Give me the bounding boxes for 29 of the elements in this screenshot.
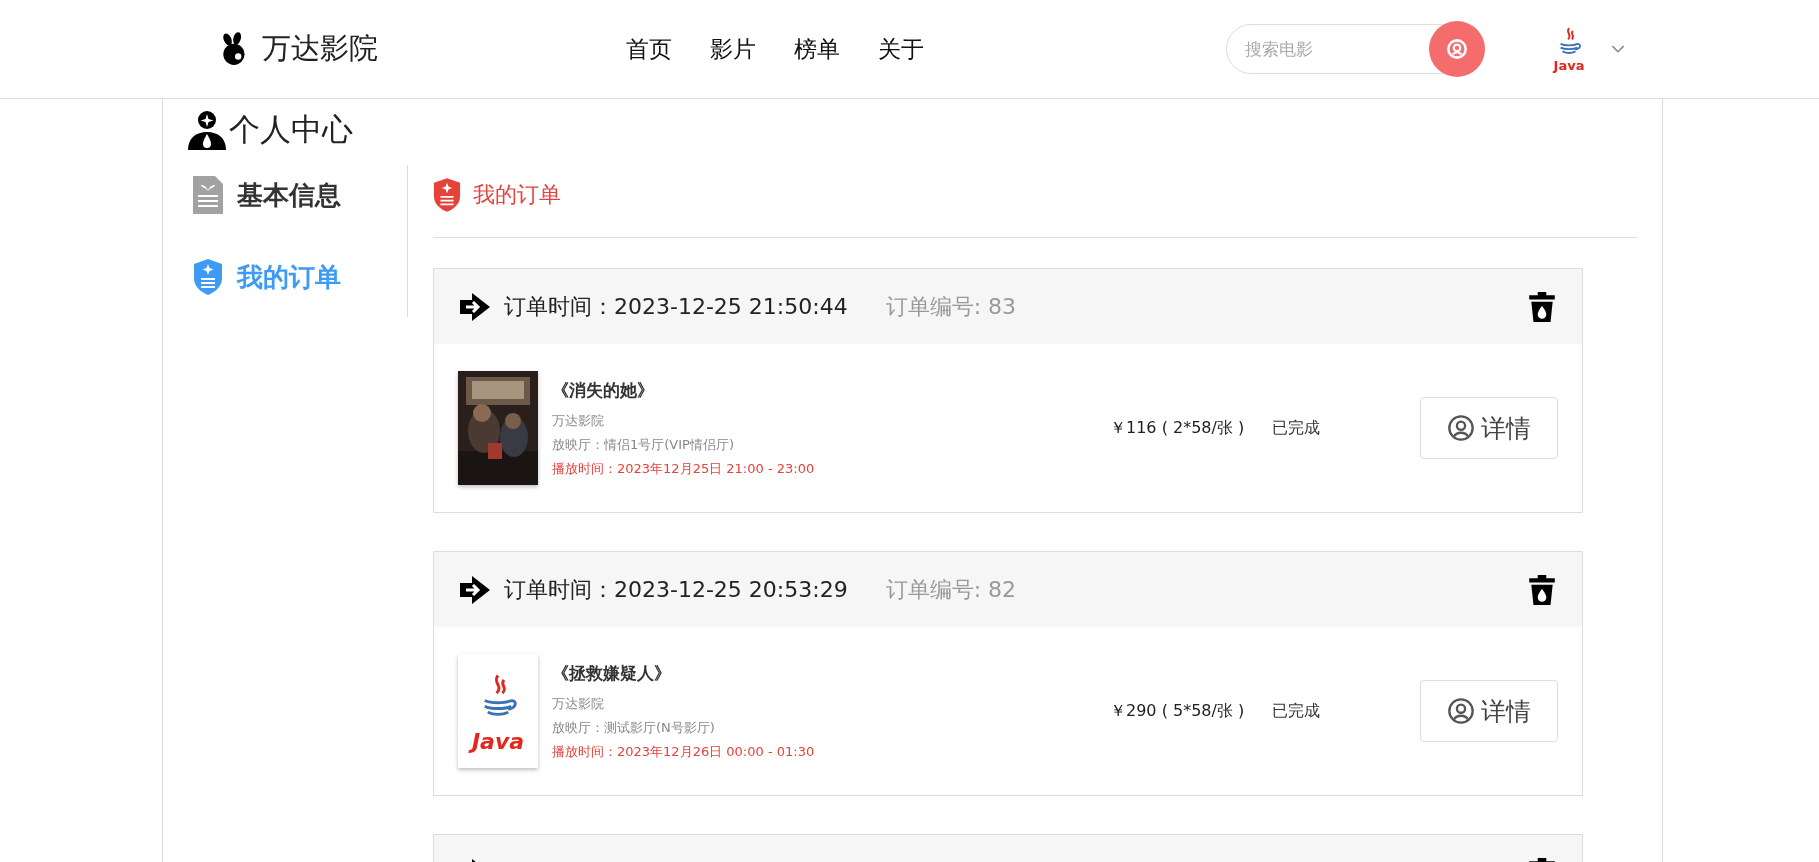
- user-avatar[interactable]: Java: [1549, 26, 1589, 72]
- order-status: 已完成: [1272, 417, 1320, 439]
- movie-title: 《拯救嫌疑人》: [552, 661, 672, 685]
- nav-link[interactable]: 关于: [878, 33, 924, 65]
- java-logo: Java: [458, 654, 538, 768]
- order-number: 订单编号: 83: [885, 292, 1017, 321]
- section-title: 个人中心: [229, 110, 353, 149]
- order-price: ￥116 ( 2*58/张 ): [1110, 417, 1246, 439]
- detail-button[interactable]: 详情: [1420, 397, 1558, 459]
- order-time: 订单时间：2023-12-25 20:53:29: [504, 575, 848, 604]
- movie-title: 《消失的她》: [552, 378, 655, 402]
- content-heading: 我的订单: [473, 181, 561, 209]
- detail-button[interactable]: 详情: [1420, 680, 1558, 742]
- nav-link[interactable]: 影片: [710, 33, 756, 65]
- avatar-text: Java: [1553, 58, 1585, 72]
- sidebar-item[interactable]: 基本信息: [187, 175, 407, 215]
- nav-link[interactable]: 首页: [626, 33, 672, 65]
- order-status: 已完成: [1272, 700, 1320, 722]
- order-number: 订单编号: 82: [885, 575, 1017, 604]
- cinema-name: 万达影院: [552, 411, 605, 430]
- order-price: ￥290 ( 5*58/张 ): [1110, 700, 1246, 722]
- show-time: 播放时间：2023年12月26日 00:00 - 01:30: [552, 742, 816, 761]
- order-time: 订单时间：2023-12-25 21:50:44: [504, 292, 848, 321]
- cinema-name: 万达影院: [552, 694, 605, 713]
- show-time: 播放时间：2023年12月25日 21:00 - 23:00: [552, 459, 816, 478]
- hall-name: 放映厅：测试影厅(N号影厅): [552, 718, 716, 737]
- brand-name: 万达影院: [262, 30, 378, 67]
- nav-link[interactable]: 榜单: [794, 33, 840, 65]
- hall-name: 放映厅：情侣1号厅(VIP情侣厅): [552, 435, 735, 454]
